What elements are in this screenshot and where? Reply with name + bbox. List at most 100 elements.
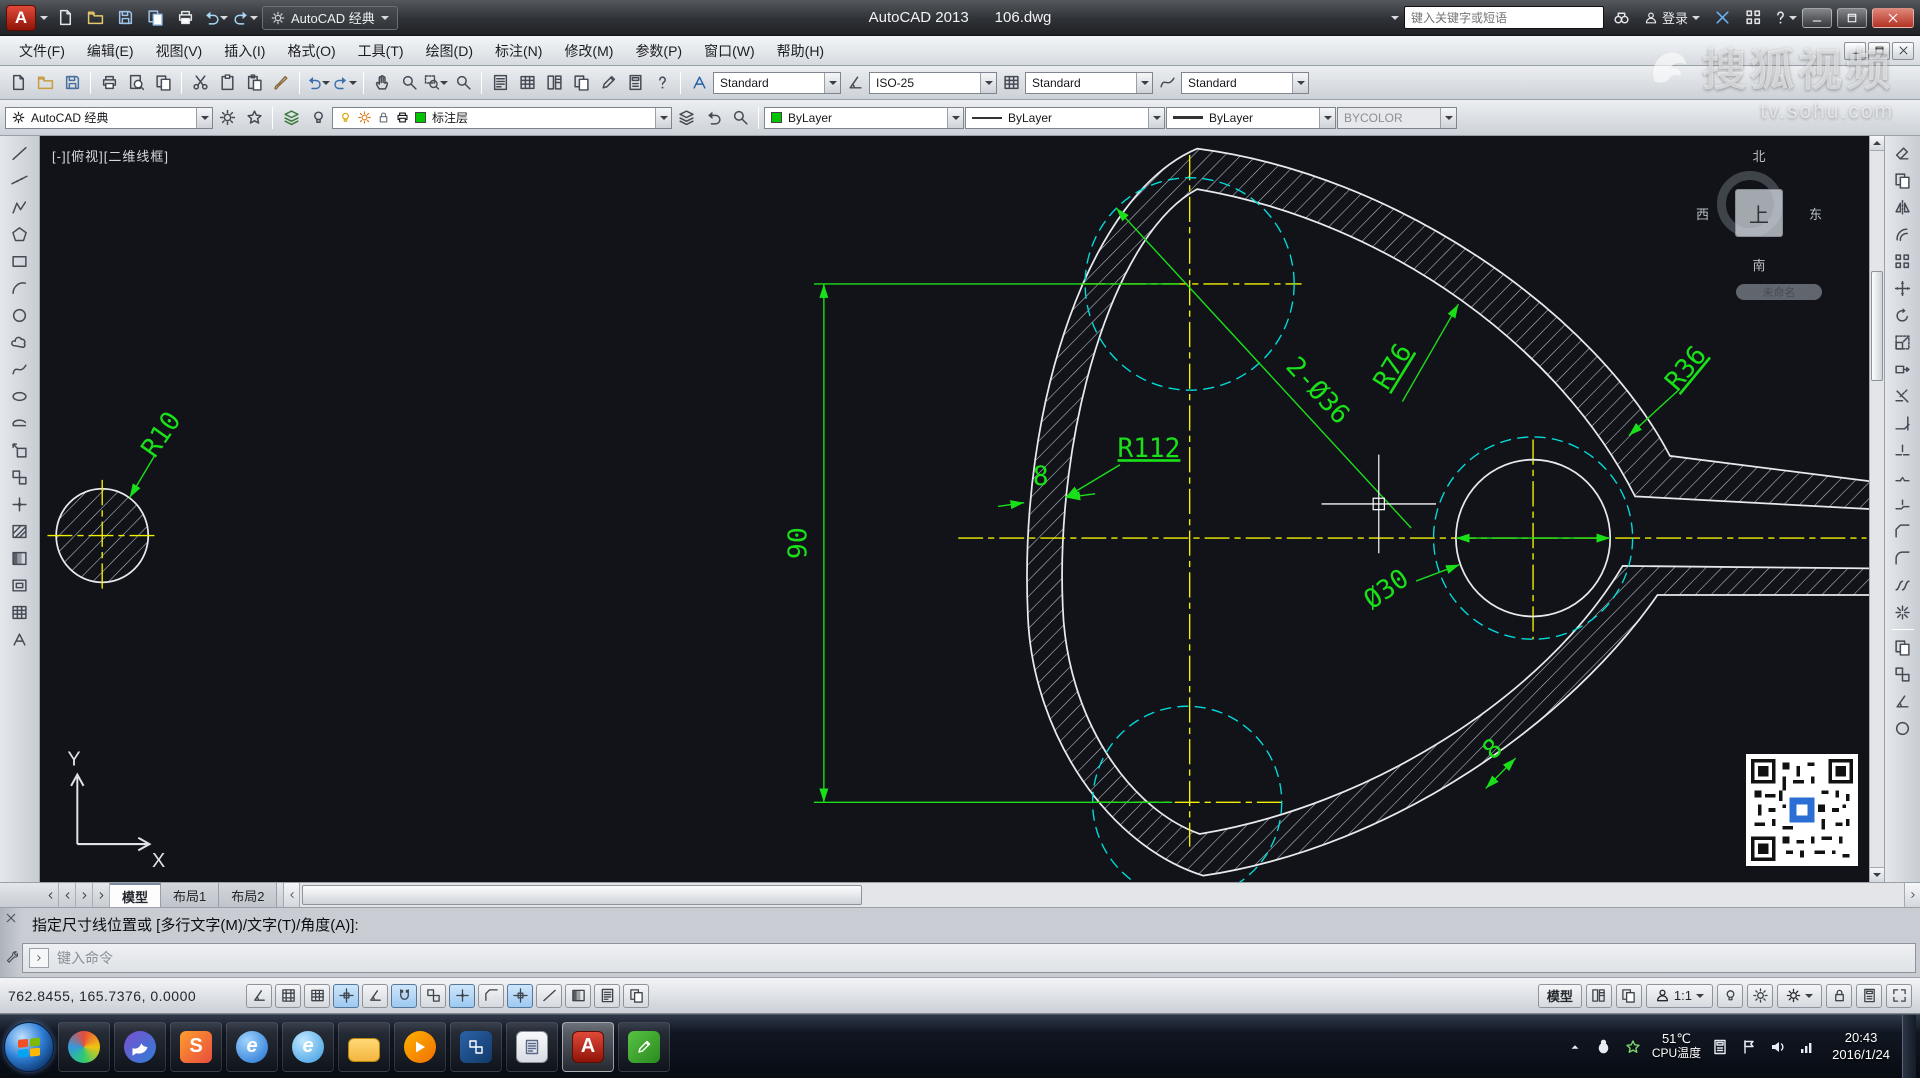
combo-arrow[interactable] — [196, 107, 212, 128]
qat-save-button[interactable] — [112, 6, 138, 30]
help-toolbar-button[interactable] — [649, 71, 675, 95]
show-desktop-button[interactable] — [1902, 1014, 1916, 1078]
lineweight-toggle[interactable] — [536, 983, 562, 1008]
command-input-placeholder[interactable]: 键入命令 — [57, 948, 113, 968]
autodesk360-button[interactable] — [1740, 6, 1766, 30]
taskbar-clock[interactable]: 20:43 2016/1/24 — [1826, 1030, 1896, 1063]
quick-properties-toggle[interactable] — [594, 983, 620, 1008]
text-style-combo[interactable]: Standard — [713, 71, 841, 94]
workspace-switching-button[interactable] — [1777, 983, 1822, 1008]
menu-view[interactable]: 视图(V) — [145, 36, 214, 65]
layer-previous-button[interactable] — [700, 106, 726, 130]
layer-isolate-button[interactable] — [727, 106, 753, 130]
menu-help[interactable]: 帮助(H) — [766, 36, 835, 65]
menu-format[interactable]: 格式(O) — [276, 36, 346, 65]
plot-button[interactable] — [96, 71, 122, 95]
redo-button[interactable] — [332, 71, 358, 95]
horizontal-scrollbar[interactable] — [283, 883, 1920, 907]
drawing-canvas[interactable]: 90 R10 R112 8 2-Ø36 R76 R36 Ø30 8 Y X [-… — [40, 136, 1884, 882]
undo-button[interactable] — [305, 71, 331, 95]
app-menu-chevron-icon[interactable] — [40, 15, 48, 24]
plot-preview-button[interactable] — [123, 71, 149, 95]
cut-button[interactable] — [187, 71, 213, 95]
snap-toggle[interactable] — [275, 983, 301, 1008]
qat-open-button[interactable] — [82, 6, 108, 30]
combo-arrow[interactable] — [655, 107, 671, 128]
scroll-right-icon[interactable] — [1904, 883, 1920, 907]
point-button[interactable] — [6, 491, 34, 517]
cpu-temp-widget[interactable]: 51℃ CPU温度 — [1652, 1031, 1701, 1061]
taskbar-app-autocad[interactable]: A — [562, 1021, 614, 1072]
volume-icon[interactable] — [1768, 1037, 1788, 1057]
pan-button[interactable] — [369, 71, 395, 95]
insert-block-button[interactable] — [6, 437, 34, 463]
infer-constraints-toggle[interactable] — [246, 983, 272, 1008]
taskbar-app-bird[interactable] — [114, 1021, 166, 1072]
maximize-button[interactable] — [1837, 7, 1867, 28]
vertical-scrollbar[interactable] — [1869, 136, 1884, 882]
security-shield-icon[interactable] — [1623, 1037, 1643, 1057]
mleader-style-combo[interactable]: Standard — [1181, 71, 1309, 94]
ortho-toggle[interactable] — [333, 983, 359, 1008]
compass-north-label[interactable]: 北 — [1694, 146, 1824, 165]
combo-arrow[interactable] — [1136, 72, 1152, 93]
properties-button[interactable] — [487, 71, 513, 95]
close-button[interactable] — [1872, 7, 1914, 28]
tool-palettes-button[interactable] — [541, 71, 567, 95]
dim-style-combo[interactable]: ISO-25 — [869, 71, 997, 94]
taskbar-app-journal[interactable] — [506, 1021, 558, 1072]
search-scope-chevron-icon[interactable] — [1390, 15, 1399, 24]
offset-button[interactable] — [1889, 221, 1917, 247]
markup-button[interactable] — [595, 71, 621, 95]
customize-wrench-icon[interactable] — [5, 950, 18, 963]
menu-edit[interactable]: 编辑(E) — [76, 36, 145, 65]
explode-button[interactable] — [1889, 599, 1917, 625]
new-button[interactable] — [5, 71, 31, 95]
paste-button[interactable] — [241, 71, 267, 95]
move-button[interactable] — [1889, 275, 1917, 301]
taskbar-app-browser[interactable]: e — [282, 1021, 334, 1072]
menu-modify[interactable]: 修改(M) — [553, 36, 624, 65]
annotation-visibility-button[interactable] — [1717, 983, 1743, 1008]
view-compass[interactable]: 上 北 南 西 东 — [1694, 148, 1824, 278]
dim-style-icon-button[interactable] — [842, 71, 868, 95]
doc-close-button[interactable] — [1892, 41, 1914, 60]
scroll-down-icon[interactable] — [1870, 867, 1884, 882]
clean-screen-button[interactable] — [1886, 983, 1912, 1008]
qat-new-button[interactable] — [52, 6, 78, 30]
menu-draw[interactable]: 绘图(D) — [415, 36, 484, 65]
stretch-button[interactable] — [1889, 356, 1917, 382]
compass-east-label[interactable]: 东 — [1809, 204, 1822, 223]
autocad-logo[interactable]: A — [6, 4, 36, 31]
network-icon[interactable] — [1797, 1037, 1817, 1057]
ucs-icon[interactable]: Y X — [67, 749, 165, 872]
polygon-button[interactable] — [6, 221, 34, 247]
sheetset-button[interactable] — [568, 71, 594, 95]
dim-radius-button[interactable] — [1889, 715, 1917, 741]
break-button[interactable] — [1889, 464, 1917, 490]
break-at-point-button[interactable] — [1889, 437, 1917, 463]
copy-button[interactable] — [1889, 167, 1917, 193]
blend-curves-button[interactable] — [1889, 572, 1917, 598]
zoom-previous-button[interactable] — [450, 71, 476, 95]
annotation-autoscale-button[interactable] — [1747, 983, 1773, 1008]
multiline-text-button[interactable] — [6, 626, 34, 652]
compass-south-label[interactable]: 南 — [1694, 255, 1824, 274]
make-object-layer-current-button[interactable] — [673, 106, 699, 130]
qat-undo-button[interactable] — [202, 6, 228, 30]
taskbar-app-ie[interactable]: e — [226, 1021, 278, 1072]
menu-insert[interactable]: 插入(I) — [213, 36, 276, 65]
match-properties-button[interactable] — [268, 71, 294, 95]
extend-button[interactable] — [1889, 410, 1917, 436]
qq-penguin-icon[interactable] — [1594, 1037, 1614, 1057]
table-style-combo[interactable]: Standard — [1025, 71, 1153, 94]
selection-cycling-toggle[interactable] — [623, 983, 649, 1008]
model-space-button[interactable]: 模型 — [1537, 983, 1582, 1008]
dim-r10-text[interactable]: R10 — [136, 407, 187, 464]
copy-clip-button[interactable] — [214, 71, 240, 95]
line-button[interactable] — [6, 140, 34, 166]
lineweight-combo[interactable]: ByLayer — [1166, 106, 1336, 129]
scale-button[interactable] — [1889, 329, 1917, 355]
join-button[interactable] — [1889, 491, 1917, 517]
polar-toggle[interactable] — [362, 983, 388, 1008]
